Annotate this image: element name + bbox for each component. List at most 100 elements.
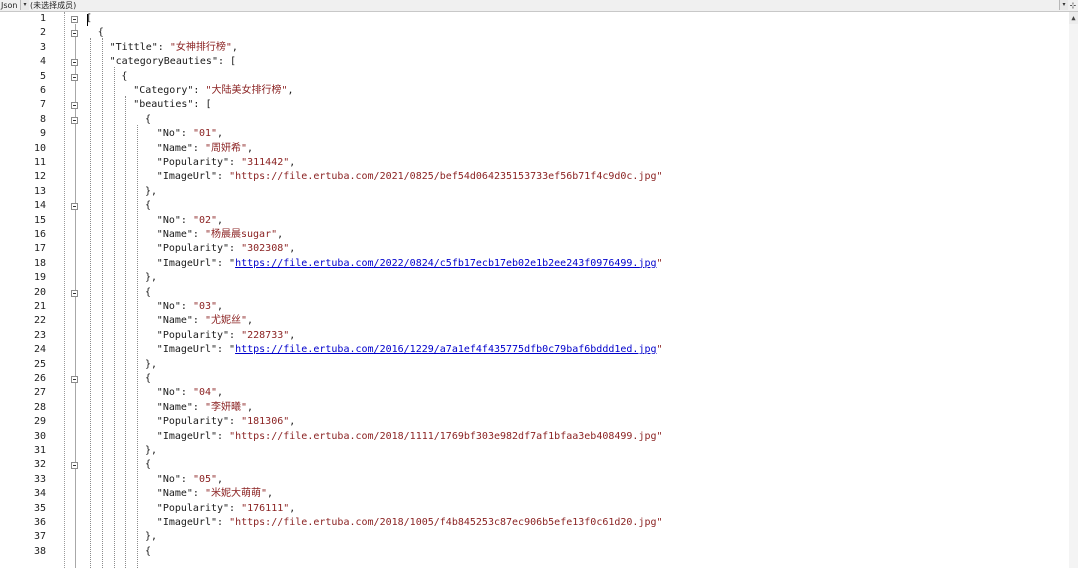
- json-key: "ImageUrl": [156, 171, 218, 183]
- code-line[interactable]: {: [145, 372, 151, 386]
- code-line[interactable]: "Name": "尤妮丝",: [157, 314, 253, 328]
- code-editor[interactable]: 1 2 3 4 5 6 7 8 9 10 11 12 13 14 15 16 17 18 19 20 21 22 23 24 2…: [0, 12, 1078, 568]
- json-punctuation: ,: [217, 387, 224, 399]
- code-line[interactable]: {: [145, 199, 151, 213]
- fold-toggle-icon[interactable]: [71, 73, 78, 81]
- member-dropdown-arrow-icon[interactable]: ▾: [1059, 0, 1068, 10]
- code-line[interactable]: [: [86, 12, 92, 26]
- code-line[interactable]: {: [145, 113, 151, 127]
- code-line[interactable]: "Name": "周妍希",: [157, 142, 253, 156]
- code-line[interactable]: },: [145, 271, 157, 285]
- indent-guide: [90, 38, 91, 568]
- code-line[interactable]: {: [145, 545, 151, 559]
- json-key: "ImageUrl": [156, 257, 218, 269]
- code-line[interactable]: "No": "01",: [157, 127, 223, 141]
- json-key: "No": [156, 301, 181, 312]
- url-link[interactable]: https://file.ertuba.com/2016/1229/a7a1ef…: [235, 344, 656, 355]
- json-punctuation: ,: [217, 473, 224, 485]
- json-punctuation: },: [145, 358, 158, 370]
- vertical-scrollbar[interactable]: [1069, 12, 1078, 568]
- line-number: 27: [33, 387, 46, 399]
- json-value: "04": [192, 387, 218, 399]
- scroll-up-icon[interactable]: ▲: [1069, 12, 1078, 24]
- fold-toggle-icon[interactable]: [71, 30, 78, 38]
- json-key: "Category": [133, 85, 194, 96]
- json-punctuation: },: [145, 272, 158, 284]
- code-line[interactable]: "Popularity": "302308",: [157, 242, 296, 256]
- code-line[interactable]: "Tittle": "女神排行榜",: [110, 41, 238, 55]
- code-line[interactable]: },: [145, 444, 157, 458]
- fold-toggle-icon[interactable]: [71, 203, 78, 211]
- line-number: 19: [33, 272, 46, 284]
- code-line[interactable]: "ImageUrl": "https://file.ertuba.com/201…: [157, 343, 663, 357]
- code-line[interactable]: {: [145, 458, 151, 472]
- code-line[interactable]: {: [121, 70, 127, 84]
- fold-toggle-icon[interactable]: [71, 16, 78, 23]
- line-number: 5: [39, 70, 46, 82]
- fold-toggle-icon[interactable]: [71, 102, 78, 110]
- indent-guide: [125, 96, 127, 568]
- code-line[interactable]: "Popularity": "176111",: [157, 502, 296, 516]
- json-punctuation: ,: [217, 128, 224, 140]
- json-key: "Name": [156, 315, 193, 327]
- code-line[interactable]: {: [98, 26, 104, 40]
- code-line[interactable]: "ImageUrl": "https://file.ertuba.com/202…: [157, 170, 663, 184]
- json-punctuation: ,: [247, 142, 254, 154]
- code-line[interactable]: },: [145, 358, 157, 372]
- line-number: 6: [39, 85, 46, 96]
- code-line[interactable]: "categoryBeauties": [: [110, 55, 236, 69]
- code-line[interactable]: },: [145, 185, 157, 199]
- code-line[interactable]: "No": "04",: [157, 386, 223, 400]
- json-value: "176111": [241, 502, 290, 514]
- fold-toggle-icon[interactable]: [71, 462, 78, 470]
- fold-toggle-icon[interactable]: [71, 59, 78, 67]
- code-line[interactable]: "Category": "大陆美女排行榜",: [133, 84, 293, 98]
- code-line[interactable]: "Name": "杨晨晨sugar",: [157, 228, 283, 242]
- json-punctuation: :: [192, 229, 205, 240]
- line-number: 11: [33, 157, 46, 168]
- json-value: "02": [192, 214, 218, 226]
- json-punctuation: },: [145, 445, 158, 456]
- code-line[interactable]: "beauties": [: [133, 98, 211, 112]
- type-dropdown-arrow-icon[interactable]: ▾: [20, 0, 29, 10]
- code-line[interactable]: "ImageUrl": "https://file.ertuba.com/201…: [157, 516, 663, 530]
- code-line[interactable]: "Popularity": "228733",: [157, 329, 296, 343]
- code-line[interactable]: "No": "02",: [157, 214, 223, 228]
- json-key: "Name": [156, 142, 193, 154]
- json-punctuation: {: [121, 70, 128, 82]
- split-window-icon[interactable]: ⊹: [1068, 0, 1078, 11]
- json-value: ": [656, 344, 663, 356]
- code-line[interactable]: },: [145, 530, 157, 544]
- code-line[interactable]: "Name": "米妮大萌萌",: [157, 487, 273, 501]
- code-line[interactable]: "Popularity": "311442",: [157, 156, 296, 170]
- json-value: "311442": [241, 157, 290, 168]
- code-line[interactable]: "No": "05",: [157, 473, 223, 487]
- line-number: 22: [33, 315, 46, 327]
- json-value: "杨晨晨sugar": [204, 229, 278, 240]
- code-line[interactable]: "ImageUrl": "https://file.ertuba.com/201…: [157, 430, 663, 444]
- fold-toggle-icon[interactable]: [71, 289, 78, 297]
- navigation-bar: Json ▾ (未选择成员) ▾ ⊹: [0, 0, 1078, 12]
- url-link[interactable]: https://file.ertuba.com/2022/0824/c5fb17…: [235, 258, 656, 269]
- json-value: "https://file.ertuba.com/2021/0825/bef54…: [229, 171, 663, 183]
- code-line[interactable]: "No": "03",: [157, 300, 223, 314]
- line-number: 24: [33, 344, 46, 356]
- member-dropdown-label[interactable]: (未选择成员): [30, 0, 76, 11]
- code-line[interactable]: "Name": "李妍曦",: [157, 401, 253, 415]
- type-dropdown-label[interactable]: Json: [1, 0, 18, 11]
- json-value: "尤妮丝": [204, 315, 248, 327]
- json-punctuation: ,: [289, 502, 296, 514]
- code-line[interactable]: "ImageUrl": "https://file.ertuba.com/202…: [157, 257, 663, 271]
- code-line[interactable]: "Popularity": "181306",: [157, 415, 296, 429]
- json-punctuation: : [: [217, 56, 237, 68]
- json-punctuation: :: [180, 473, 193, 485]
- json-key: "No": [156, 387, 181, 399]
- fold-toggle-icon[interactable]: [71, 376, 78, 383]
- json-value: "228733": [241, 329, 290, 341]
- line-number: 17: [33, 243, 46, 255]
- json-punctuation: ,: [247, 401, 254, 413]
- fold-toggle-icon[interactable]: [71, 116, 78, 124]
- code-line[interactable]: {: [145, 286, 151, 300]
- line-number: 36: [33, 517, 46, 528]
- json-punctuation: ,: [287, 85, 294, 96]
